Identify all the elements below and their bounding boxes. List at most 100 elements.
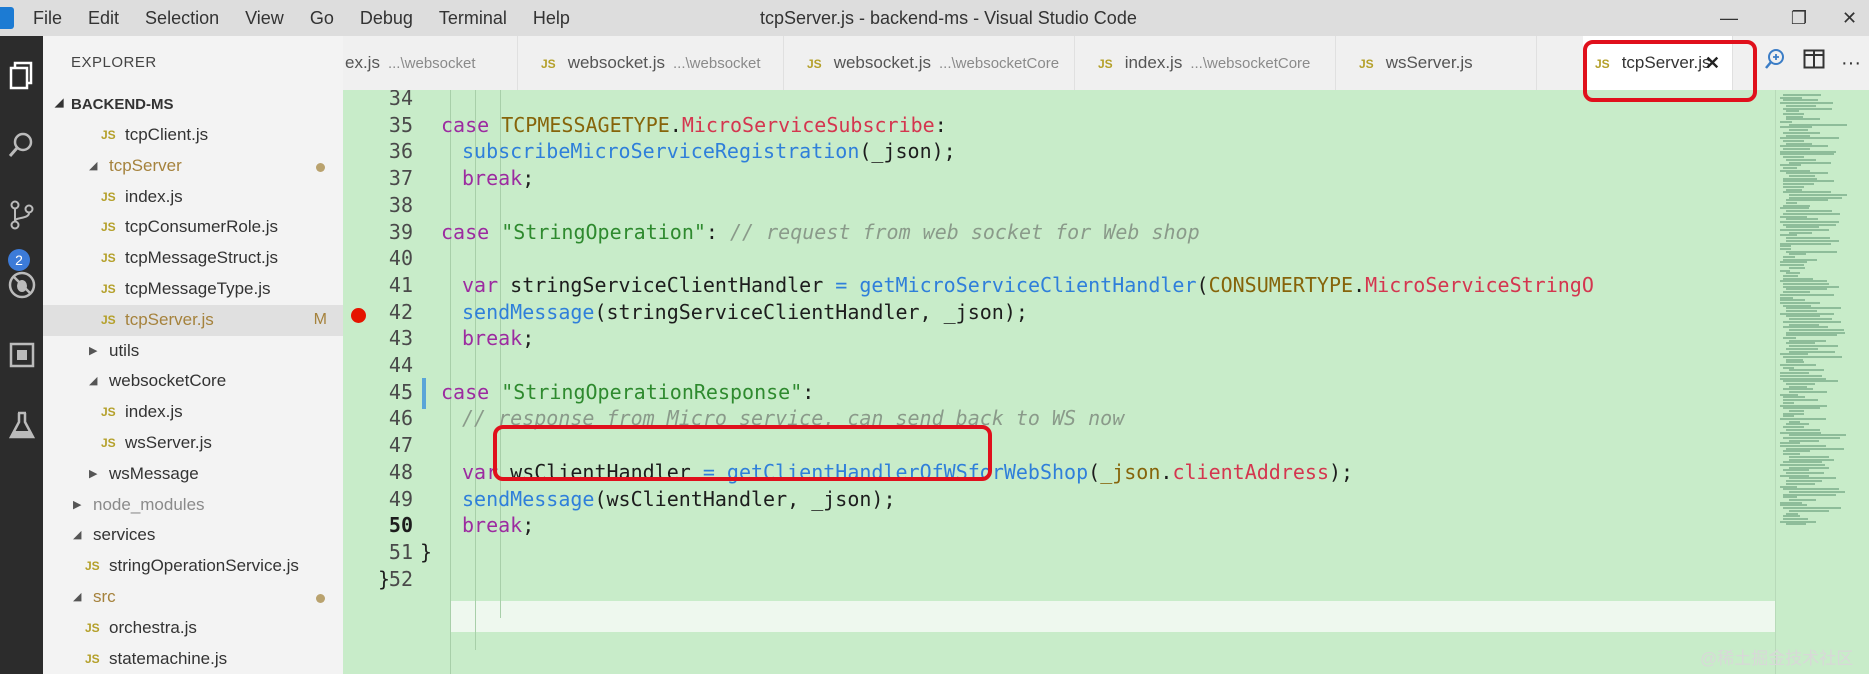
menu-debug[interactable]: Debug: [347, 8, 426, 29]
tree-file[interactable]: JS index.js: [43, 182, 343, 213]
code-token: }: [378, 566, 391, 591]
menu-go[interactable]: Go: [297, 8, 347, 29]
split-editor-icon[interactable]: [1794, 36, 1834, 90]
code-token: (: [1196, 272, 1209, 297]
minimap-line: [1786, 342, 1815, 345]
tab-websocket-core-js[interactable]: JS websocket.js ...\websocketCore: [785, 36, 1075, 90]
tree-file[interactable]: JS statemachine.js: [43, 644, 343, 674]
minimap-line: [1783, 355, 1842, 358]
minimap-line: [1786, 482, 1815, 485]
extensions-icon[interactable]: [0, 330, 43, 380]
minimap-line: [1780, 247, 1791, 250]
code-token: MicroServiceSubscribe: [681, 112, 935, 137]
active-tab-highlight-box: [1583, 40, 1757, 102]
tree-folder[interactable]: ▶ utils: [43, 336, 343, 367]
minimap[interactable]: [1775, 90, 1869, 674]
chevron-down-icon: ◢: [73, 529, 82, 542]
tree-file[interactable]: JS stringOperationService.js: [43, 551, 343, 582]
menu-terminal[interactable]: Terminal: [426, 8, 520, 29]
search-icon[interactable]: [0, 120, 43, 170]
tab-websocket-js[interactable]: JS websocket.js ...\websocket: [519, 36, 784, 90]
minimap-line: [1780, 374, 1822, 377]
tree-folder[interactable]: ▶ node_modules: [43, 490, 343, 521]
tree-folder[interactable]: ◢ services: [43, 520, 343, 551]
tree-folder[interactable]: ▶ wsMessage: [43, 459, 343, 490]
tree-file[interactable]: JS wsServer.js: [43, 428, 343, 459]
code-token: _json: [1100, 459, 1161, 484]
close-window-button[interactable]: ✕: [1830, 0, 1869, 36]
minimap-line: [1789, 161, 1831, 164]
minimize-button[interactable]: —: [1700, 0, 1758, 36]
tab-index-websocket[interactable]: ex.js ...\websocket: [343, 36, 518, 90]
minimap-line: [1783, 469, 1809, 472]
code-token: .: [1353, 272, 1366, 297]
tree-file[interactable]: JS tcpMessageStruct.js: [43, 243, 343, 274]
line-number: 44: [388, 353, 413, 377]
minimap-line: [1780, 96, 1802, 99]
code-line: case "StringOperation": // request from …: [441, 220, 1200, 244]
test-flask-icon[interactable]: [0, 400, 43, 450]
open-changes-icon[interactable]: [1756, 36, 1796, 90]
minimap-line: [1783, 166, 1797, 169]
debug-icon[interactable]: [0, 260, 43, 310]
tree-item-label: src: [93, 586, 116, 606]
line-number: 49: [388, 486, 413, 511]
minimap-line: [1780, 220, 1839, 223]
menu-edit[interactable]: Edit: [75, 8, 132, 29]
minimap-line: [1780, 207, 1809, 210]
js-file-icon: JS: [101, 405, 116, 420]
code-token: (: [1088, 459, 1101, 484]
code-token: }: [420, 539, 433, 564]
minimap-line: [1783, 488, 1839, 491]
tree-file[interactable]: JS tcpServer.js M: [43, 304, 343, 336]
tree-item-label: wsServer.js: [125, 432, 212, 452]
minimap-line: [1789, 409, 1804, 412]
code-token: :: [705, 219, 731, 244]
more-actions-icon[interactable]: ···: [1833, 36, 1869, 90]
minimap-line: [1783, 177, 1817, 180]
minimap-line: [1780, 393, 1798, 396]
menu-help[interactable]: Help: [520, 8, 583, 29]
menu-selection[interactable]: Selection: [132, 8, 232, 29]
minimap-line: [1786, 331, 1845, 334]
menu-file[interactable]: File: [20, 8, 75, 29]
source-control-icon[interactable]: [0, 190, 43, 240]
restore-button[interactable]: ❐: [1770, 0, 1828, 36]
line-number: 37: [388, 166, 413, 191]
tree-file[interactable]: JS tcpConsumerRole.js: [43, 212, 343, 243]
minimap-line: [1780, 501, 1802, 504]
code-line: }: [420, 540, 432, 564]
menu-view[interactable]: View: [232, 8, 297, 29]
tree-folder[interactable]: ◢ websocketCore: [43, 366, 343, 397]
minimap-line: [1780, 234, 1797, 237]
code-token: case: [441, 219, 502, 244]
tree-file[interactable]: JS index.js: [43, 397, 343, 428]
code-token: :: [802, 379, 815, 404]
workspace-section-header[interactable]: ◢ BACKEND-MS: [43, 92, 343, 120]
minimap-line: [1780, 353, 1808, 356]
tree-folder[interactable]: ◢ src: [43, 582, 343, 613]
tab-index-websocketcore[interactable]: JS index.js ...\websocketCore: [1076, 36, 1336, 90]
minimap-line: [1783, 291, 1810, 294]
tree-file[interactable]: JS orchestra.js: [43, 613, 343, 644]
explorer-icon[interactable]: [0, 50, 43, 100]
code-line: case "StringOperationResponse":: [441, 380, 814, 404]
code-editor[interactable]: 34 35 36 37 38 39 40 41 42 43 44 45 46 47 48 49 50 51 52 c…: [343, 90, 1775, 674]
line-number: 46: [388, 406, 413, 431]
breakpoint-icon[interactable]: [351, 307, 366, 323]
tab-wsserver-js[interactable]: JS wsServer.js: [1337, 36, 1537, 90]
minimap-line: [1780, 121, 1792, 123]
tree-folder[interactable]: ◢ tcpServer: [43, 151, 343, 182]
line-number: 48: [388, 459, 413, 484]
tree-item-label: tcpConsumerRole.js: [125, 217, 279, 237]
explorer-title: EXPLORER: [71, 54, 157, 71]
minimap-line: [1789, 490, 1845, 493]
tree-file[interactable]: JS tcpClient.js: [43, 120, 343, 151]
line-number-gutter[interactable]: 34 35 36 37 38 39 40 41 42 43 44 45 46 47 48 49 50 51 52: [343, 90, 453, 674]
minimap-line: [1789, 391, 1827, 393]
tree-file[interactable]: JS tcpMessageType.js: [43, 274, 343, 305]
file-tree: JS tcpClient.js ◢ tcpServer JS index.js JS tcpC…: [43, 120, 343, 674]
js-file-icon: JS: [101, 281, 116, 296]
minimap-line: [1783, 337, 1796, 339]
vscode-logo-icon: [0, 7, 14, 29]
